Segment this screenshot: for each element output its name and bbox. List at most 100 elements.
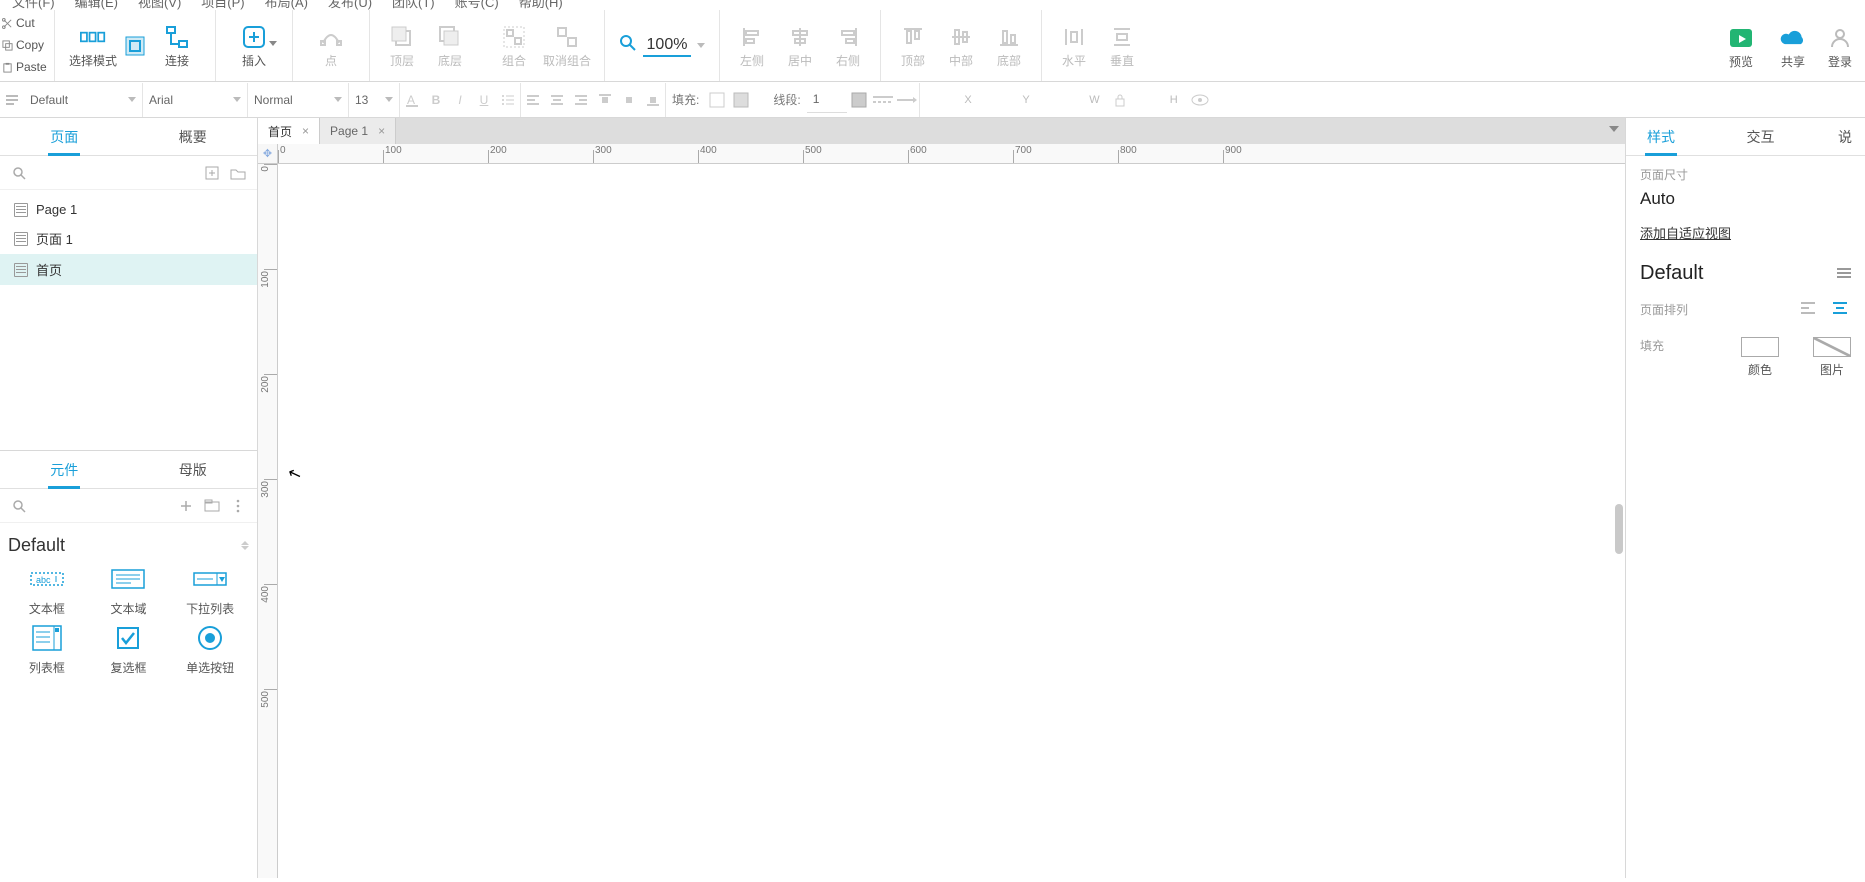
point-button: 点 [307, 12, 355, 80]
italic-icon[interactable]: I [449, 89, 471, 111]
menu-view[interactable]: 视图(V) [128, 0, 191, 10]
paste-button[interactable]: Paste [2, 56, 52, 78]
library-header[interactable]: Default [8, 527, 249, 564]
page-node[interactable]: 页面 1 [0, 223, 257, 254]
text-align-center-icon[interactable] [546, 89, 568, 111]
select-mode-button[interactable]: 选择模式 [69, 12, 117, 80]
menu-team[interactable]: 团队(T) [382, 0, 445, 10]
menu-arrange[interactable]: 布局(A) [255, 0, 318, 10]
copy-button[interactable]: Copy [2, 34, 52, 56]
coord-x-input[interactable]: X [926, 87, 980, 113]
add-adaptive-link[interactable]: 添加自适应视图 [1640, 223, 1731, 242]
page-align-center-button[interactable] [1829, 299, 1851, 319]
doc-tab-page1[interactable]: Page 1 × [320, 118, 396, 144]
lock-aspect-icon[interactable] [1113, 89, 1127, 111]
font-select[interactable]: Arial [143, 87, 247, 113]
ruler-h-tick: 900 [1223, 144, 1328, 164]
page-node[interactable]: 首页 [0, 254, 257, 285]
fill-color-swatch-grey[interactable] [730, 89, 752, 111]
coord-w-input[interactable]: W [1054, 87, 1108, 113]
line-width-input[interactable]: 1 [807, 87, 847, 113]
scrollbar-vertical-thumb[interactable] [1615, 504, 1623, 554]
font-color-icon[interactable]: A [401, 89, 423, 111]
tab-widgets[interactable]: 元件 [0, 451, 129, 488]
canvas-page[interactable]: ↖ [278, 164, 1625, 878]
login-button[interactable]: 登录 [1821, 12, 1859, 80]
tab-masters[interactable]: 母版 [129, 451, 258, 488]
menu-publish[interactable]: 发布(U) [318, 0, 382, 10]
menu-file[interactable]: 文件(F) [2, 0, 65, 10]
tab-notes[interactable]: 说 [1825, 118, 1865, 155]
widget-textarea[interactable]: 文本域 [90, 564, 168, 617]
menu-account[interactable]: 账号(C) [445, 0, 509, 10]
add-page-icon[interactable] [203, 164, 221, 182]
fill-color-swatch[interactable] [706, 89, 728, 111]
menu-edit[interactable]: 编辑(E) [65, 0, 128, 10]
ruler-h-tick: 700 [1013, 144, 1118, 164]
style-preset-header[interactable]: Default [1640, 262, 1851, 285]
share-button[interactable]: 共享 [1769, 12, 1817, 80]
text-align-left-icon[interactable] [522, 89, 544, 111]
clipboard-group: Cut Copy Paste [0, 10, 55, 81]
zoom-input[interactable] [643, 35, 691, 57]
ruler-origin-icon[interactable]: ✥ [258, 144, 278, 164]
menu-help[interactable]: 帮助(H) [509, 0, 573, 10]
bold-icon[interactable]: B [425, 89, 447, 111]
tab-interact[interactable]: 交互 [1696, 118, 1825, 155]
widget-listbox[interactable]: 列表框 [8, 623, 86, 676]
underline-icon[interactable]: U [473, 89, 495, 111]
page-align-left-button[interactable] [1797, 299, 1819, 319]
tab-outline[interactable]: 概要 [129, 118, 258, 155]
menu-project[interactable]: 项目(P) [191, 0, 254, 10]
chevron-down-icon[interactable] [697, 43, 705, 48]
font-weight-value: Normal [254, 93, 293, 107]
close-icon[interactable]: × [378, 124, 385, 138]
ruler-horizontal[interactable]: 0100200300400500600700800900 [278, 144, 1625, 164]
add-folder-icon[interactable] [229, 164, 247, 182]
more-icon[interactable] [229, 497, 247, 515]
menu-icon[interactable] [1837, 262, 1851, 285]
tabs-dropdown-icon[interactable] [1609, 126, 1619, 132]
coord-h-input[interactable]: H [1132, 87, 1186, 113]
add-library-icon[interactable] [177, 497, 195, 515]
font-size-select[interactable]: 13 [349, 87, 399, 113]
fill-color-button[interactable]: 颜色 [1741, 337, 1779, 378]
line-style-icon[interactable] [872, 89, 894, 111]
text-align-right-icon[interactable] [570, 89, 592, 111]
ruler-vertical[interactable]: 0100200300400500 [258, 164, 278, 878]
paragraph-style-icon[interactable] [1, 89, 23, 111]
widget-textfield[interactable]: abc文本框 [8, 564, 86, 617]
widget-checkbox[interactable]: 复选框 [90, 623, 168, 676]
page-node-label: 页面 1 [36, 229, 73, 248]
page-node[interactable]: Page 1 [0, 196, 257, 223]
connect-button[interactable]: 连接 [153, 12, 201, 80]
tab-style[interactable]: 样式 [1626, 118, 1696, 155]
font-weight-select[interactable]: Normal [248, 87, 348, 113]
valign-top-icon[interactable] [594, 89, 616, 111]
library-folder-icon[interactable] [203, 497, 221, 515]
fill-image-button[interactable]: 图片 [1813, 337, 1851, 378]
line-color-icon[interactable] [848, 89, 870, 111]
search-icon[interactable] [10, 164, 28, 182]
coord-y-input[interactable]: Y [984, 87, 1038, 113]
widget-radio[interactable]: 单选按钮 [171, 623, 249, 676]
bullets-icon[interactable] [497, 89, 519, 111]
cut-button[interactable]: Cut [2, 12, 52, 34]
single-select-button[interactable] [117, 12, 153, 80]
widget-dropdown[interactable]: 下拉列表 [171, 564, 249, 617]
doc-tab-home[interactable]: 首页 × [258, 118, 320, 144]
tab-pages[interactable]: 页面 [0, 118, 129, 155]
page-size-value[interactable]: Auto [1640, 189, 1851, 209]
search-icon[interactable] [10, 497, 28, 515]
magnifier-icon[interactable] [619, 34, 637, 57]
insert-button[interactable]: 插入 [230, 12, 278, 80]
style-select[interactable]: Default [24, 87, 142, 113]
visibility-icon[interactable] [1191, 89, 1209, 111]
valign-bottom-icon[interactable] [642, 89, 664, 111]
page-icon [14, 232, 28, 246]
close-icon[interactable]: × [302, 124, 309, 138]
preview-button[interactable]: 预览 [1717, 12, 1765, 80]
valign-middle-icon[interactable] [618, 89, 640, 111]
arrow-style-icon[interactable] [896, 89, 918, 111]
canvas[interactable]: ✥ 0100200300400500600700800900 010020030… [258, 144, 1625, 878]
